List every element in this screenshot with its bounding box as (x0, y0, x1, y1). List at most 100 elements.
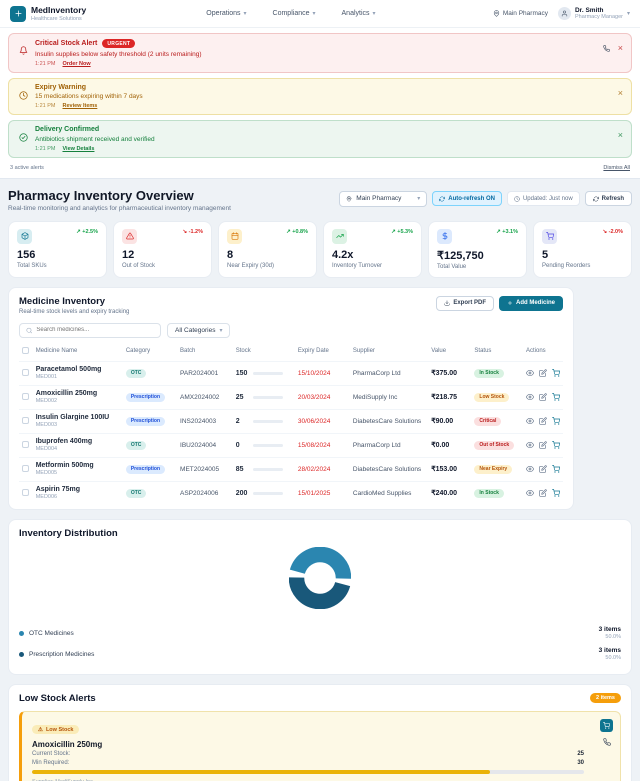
location-indicator[interactable]: Main Pharmacy (493, 10, 548, 17)
category-filter-select[interactable]: All Categories ▾ (167, 323, 230, 338)
edit-icon[interactable] (539, 441, 547, 449)
batch-number: IBU2024004 (177, 433, 233, 457)
column-header: Stock (233, 342, 295, 362)
call-supplier-phone-icon[interactable] (603, 738, 611, 746)
row-checkbox[interactable] (22, 369, 29, 376)
legend-dot-icon (19, 631, 24, 636)
nav-compliance[interactable]: Compliance▾ (273, 10, 316, 17)
dismiss-all-link[interactable]: Dismiss All (603, 165, 630, 171)
location-pin-icon (346, 196, 352, 202)
row-checkbox[interactable] (22, 393, 29, 400)
review-items-link[interactable]: Review Items (62, 103, 97, 109)
order-now-link[interactable]: Order Now (62, 61, 90, 67)
edit-icon[interactable] (539, 465, 547, 473)
batch-number: MET2024005 (177, 457, 233, 481)
table-row: Aspirin 75mgMED006 OTC ASP2024006 200 15… (19, 481, 563, 505)
kpi-value: 8 (227, 249, 308, 261)
alert-banners: Critical Stock Alert URGENT Insulin supp… (0, 28, 640, 179)
stock-count: 200 (236, 490, 249, 497)
edit-icon[interactable] (539, 417, 547, 425)
close-icon[interactable]: × (618, 44, 623, 53)
medicine-code: MED002 (36, 398, 120, 404)
status-badge: Out of Stock (474, 441, 514, 450)
column-header: Category (123, 342, 177, 362)
view-eye-icon[interactable] (526, 465, 534, 473)
reorder-cart-icon[interactable] (552, 489, 560, 497)
delivery-confirmed-banner: Delivery Confirmed Antibiotics shipment … (8, 120, 632, 158)
user-menu[interactable]: Dr. Smith Pharmacy Manager ▾ (558, 7, 630, 21)
kpi-value: ₹125,750 (437, 249, 518, 262)
search-input[interactable] (36, 327, 154, 333)
category-badge: Prescription (126, 465, 165, 474)
export-pdf-button[interactable]: Export PDF (436, 296, 494, 311)
reorder-cart-icon[interactable] (552, 393, 560, 401)
select-all-checkbox[interactable] (22, 347, 29, 354)
row-checkbox[interactable] (22, 465, 29, 472)
reorder-cart-icon[interactable] (552, 465, 560, 473)
view-eye-icon[interactable] (526, 369, 534, 377)
chevron-down-icon: ▾ (313, 10, 316, 17)
view-details-link[interactable]: View Details (62, 146, 94, 152)
pharmacy-select[interactable]: Main Pharmacy ▾ (339, 191, 427, 207)
medicine-name: Amoxicillin 250mg (36, 390, 120, 397)
column-header: Expiry Date (295, 342, 350, 362)
edit-icon[interactable] (539, 393, 547, 401)
reorder-cart-icon[interactable] (552, 441, 560, 449)
supplier-name: DiabetesCare Solutions (350, 409, 428, 433)
nav-operations[interactable]: Operations▾ (206, 10, 246, 17)
category-badge: OTC (126, 441, 147, 450)
view-eye-icon[interactable] (526, 441, 534, 449)
current-stock-value: 25 (577, 751, 584, 757)
table-row: Ibuprofen 400mgMED004 OTC IBU2024004 0 1… (19, 433, 563, 457)
auto-refresh-toggle[interactable]: Auto-refresh ON (432, 191, 502, 206)
medicine-name: Amoxicillin 250mg (32, 740, 610, 749)
inventory-distribution-card: Inventory Distribution OTC Medicines 3 i… (8, 519, 632, 675)
alert-message: Antibiotics shipment received and verifi… (35, 136, 155, 143)
row-checkbox[interactable] (22, 489, 29, 496)
column-header: Actions (523, 342, 563, 362)
expiry-warning-banner: Expiry Warning 15 medications expiring w… (8, 78, 632, 116)
add-medicine-button[interactable]: Add Medicine (499, 296, 563, 311)
view-eye-icon[interactable] (526, 489, 534, 497)
stock-value: ₹90.00 (428, 409, 471, 433)
reorder-cart-icon[interactable] (552, 417, 560, 425)
kpi-out-of-stock: -1.2% 12 Out of Stock (113, 221, 212, 278)
reorder-cart-icon[interactable] (552, 369, 560, 377)
plus-icon (507, 300, 513, 306)
kpi-near-expiry: +0.8% 8 Near Expiry (30d) (218, 221, 317, 278)
download-icon (444, 300, 450, 306)
legend-dot-icon (19, 652, 24, 657)
alert-time: 1:21 PM (35, 61, 55, 67)
status-badge: Low Stock (474, 393, 509, 402)
reorder-button[interactable] (600, 719, 613, 732)
legend-item-otc: OTC Medicines 3 items 50.0% (19, 623, 621, 644)
medicine-code: MED003 (36, 422, 120, 428)
close-icon[interactable]: × (618, 89, 623, 98)
legend-item-prescription: Prescription Medicines 3 items 50.0% (19, 644, 621, 665)
row-checkbox[interactable] (22, 441, 29, 448)
medicine-inventory-card: Medicine Inventory Real-time stock level… (8, 287, 574, 510)
location-pin-icon (493, 10, 500, 17)
nav-analytics[interactable]: Analytics▾ (342, 10, 376, 17)
medicine-name: Aspirin 75mg (36, 486, 120, 493)
top-navigation-bar: MedInventory Healthcare Solutions Operat… (0, 0, 640, 28)
close-icon[interactable]: × (618, 131, 623, 140)
legend-count: 3 items (599, 647, 621, 654)
category-badge: OTC (126, 489, 147, 498)
edit-icon[interactable] (539, 489, 547, 497)
view-eye-icon[interactable] (526, 417, 534, 425)
trend-badge: +0.8% (286, 229, 308, 235)
edit-icon[interactable] (539, 369, 547, 377)
refresh-button[interactable]: Refresh (585, 191, 632, 206)
view-eye-icon[interactable] (526, 393, 534, 401)
status-badge: Near Expiry (474, 465, 512, 474)
package-icon (17, 229, 32, 244)
section-title: Low Stock Alerts (19, 693, 96, 704)
stock-bar (253, 396, 283, 399)
table-row: Amoxicillin 250mgMED002 Prescription AMX… (19, 385, 563, 409)
kpi-value: 156 (17, 249, 98, 261)
chevron-down-icon: ▾ (373, 10, 376, 17)
item-count-badge: 2 items (590, 693, 621, 703)
phone-icon[interactable] (603, 45, 610, 52)
row-checkbox[interactable] (22, 417, 29, 424)
